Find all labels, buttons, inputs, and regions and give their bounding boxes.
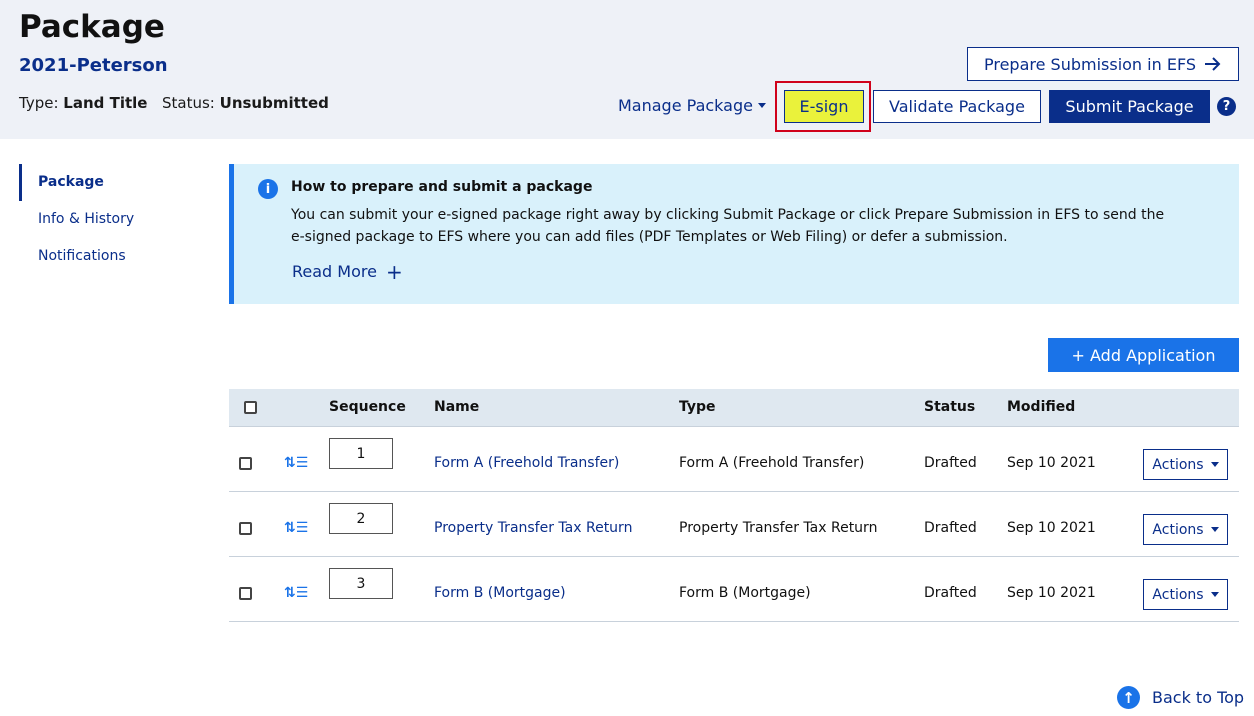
column-status: Status (924, 399, 976, 415)
package-type: Type: Land Title (19, 94, 147, 112)
info-body-line-1: You can submit your e-signed package rig… (291, 207, 1165, 223)
sequence-input[interactable]: 2 (329, 503, 393, 534)
prepare-submission-label: Prepare Submission in EFS (983, 54, 1197, 74)
caret-down-icon (1210, 527, 1219, 532)
submit-package-button[interactable]: Submit Package (1049, 90, 1210, 123)
application-name-link[interactable]: Property Transfer Tax Return (434, 520, 632, 536)
sidebar-item-info-history[interactable]: Info & History (19, 201, 179, 238)
package-name: 2021-Peterson (19, 55, 168, 76)
column-name: Name (434, 399, 480, 415)
application-name-link[interactable]: Form B (Mortgage) (434, 585, 566, 601)
column-modified: Modified (1007, 399, 1076, 415)
application-status: Drafted (924, 455, 977, 471)
column-type: Type (679, 399, 716, 415)
package-header: Package 2021-Peterson Type: Land Title S… (0, 0, 1254, 139)
info-icon: i (258, 179, 278, 199)
esign-button[interactable]: E-sign (784, 90, 864, 123)
actions-label: Actions (1152, 586, 1204, 603)
status-label: Status: (162, 94, 215, 112)
row-checkbox[interactable] (239, 587, 252, 600)
sequence-input[interactable]: 1 (329, 438, 393, 469)
actions-dropdown[interactable]: Actions (1143, 449, 1228, 480)
info-body-line-2: e-signed package to EFS where you can ad… (291, 229, 1008, 245)
sidebar-nav: Package Info & History Notifications (19, 164, 179, 275)
row-checkbox[interactable] (239, 522, 252, 535)
info-panel: i How to prepare and submit a package Yo… (229, 164, 1239, 304)
read-more-link[interactable]: Read More + (292, 259, 403, 284)
info-title: How to prepare and submit a package (291, 179, 593, 195)
type-value: Land Title (63, 94, 148, 112)
application-type: Form A (Freehold Transfer) (679, 455, 865, 471)
help-icon[interactable]: ? (1217, 97, 1236, 116)
manage-package-dropdown[interactable]: Manage Package (618, 96, 766, 115)
reorder-icon[interactable]: ⇅☰ (284, 520, 308, 536)
application-status: Drafted (924, 520, 977, 536)
actions-label: Actions (1152, 456, 1204, 473)
esign-highlight: E-sign (775, 81, 871, 132)
reorder-icon[interactable]: ⇅☰ (284, 585, 308, 601)
application-name-link[interactable]: Form A (Freehold Transfer) (434, 455, 619, 471)
package-status: Status: Unsubmitted (162, 94, 329, 112)
reorder-icon[interactable]: ⇅☰ (284, 455, 308, 471)
application-modified: Sep 10 2021 (1007, 585, 1096, 601)
sidebar-item-package[interactable]: Package (19, 164, 179, 201)
table-row: ⇅☰ 3 Form B (Mortgage) Form B (Mortgage)… (229, 557, 1239, 622)
add-application-button[interactable]: + Add Application (1048, 338, 1239, 372)
back-to-top-label: Back to Top (1152, 688, 1245, 707)
plus-icon: + (385, 259, 403, 284)
actions-dropdown[interactable]: Actions (1143, 514, 1228, 545)
application-modified: Sep 10 2021 (1007, 520, 1096, 536)
table-row: ⇅☰ 1 Form A (Freehold Transfer) Form A (… (229, 427, 1239, 492)
table-row: ⇅☰ 2 Property Transfer Tax Return Proper… (229, 492, 1239, 557)
actions-dropdown[interactable]: Actions (1143, 579, 1228, 610)
prepare-submission-button[interactable]: Prepare Submission in EFS (967, 47, 1239, 81)
read-more-label: Read More (292, 262, 377, 281)
application-type: Form B (Mortgage) (679, 585, 811, 601)
caret-down-icon (757, 103, 766, 108)
page-title: Package (19, 9, 165, 45)
type-label: Type: (19, 94, 59, 112)
info-body: You can submit your e-signed package rig… (291, 204, 1191, 248)
applications-table: Sequence Name Type Status Modified ⇅☰ 1 … (229, 389, 1239, 622)
table-header: Sequence Name Type Status Modified (229, 389, 1239, 427)
manage-package-label: Manage Package (618, 96, 753, 115)
arrow-right-icon (1205, 57, 1221, 71)
sidebar-item-notifications[interactable]: Notifications (19, 238, 179, 275)
validate-package-button[interactable]: Validate Package (873, 90, 1041, 123)
caret-down-icon (1210, 462, 1219, 467)
actions-label: Actions (1152, 521, 1204, 538)
row-checkbox[interactable] (239, 457, 252, 470)
select-all-checkbox[interactable] (244, 401, 257, 414)
application-modified: Sep 10 2021 (1007, 455, 1096, 471)
caret-down-icon (1210, 592, 1219, 597)
application-type: Property Transfer Tax Return (679, 520, 878, 536)
arrow-up-icon: ↑ (1117, 686, 1140, 709)
application-status: Drafted (924, 585, 977, 601)
sequence-input[interactable]: 3 (329, 568, 393, 599)
back-to-top-link[interactable]: ↑ Back to Top (1117, 686, 1244, 709)
column-sequence: Sequence (329, 399, 406, 415)
status-value: Unsubmitted (219, 94, 329, 112)
